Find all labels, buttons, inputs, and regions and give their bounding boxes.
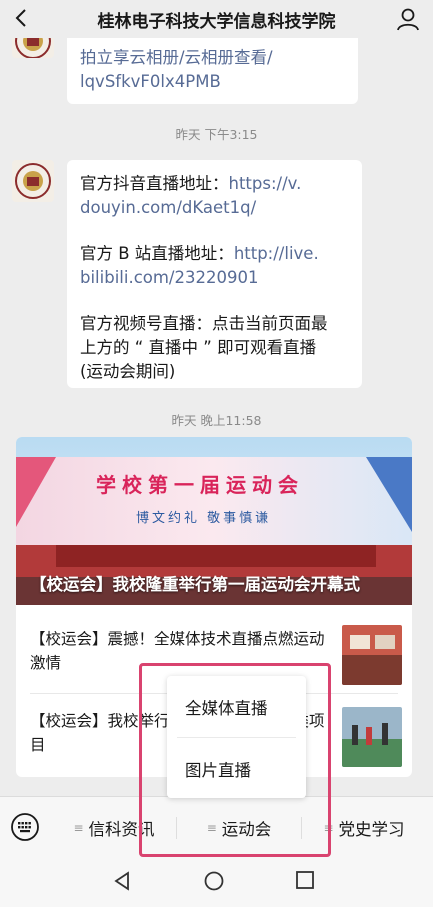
article-cover[interactable]: 学校第一届运动会 博文约礼 敬事慎谦 【校运会】我校隆重举行第一届运动会开幕式 [16, 437, 412, 605]
douyin-link[interactable]: https://v. [229, 174, 302, 193]
menu-item-sports[interactable]: ≡ 运动会 [177, 797, 301, 859]
square-recents-icon[interactable] [295, 870, 315, 890]
message-timestamp: 昨天 晚上11:58 [171, 413, 262, 428]
page-title: 桂林电子科技大学信息科技学院 [97, 11, 336, 32]
douyin-link[interactable]: douyin.com/dKaet1q/ [80, 196, 349, 220]
video-channel-text: (运动会期间) [80, 362, 176, 381]
menu-lines-icon: ≡ [323, 821, 333, 835]
link-text[interactable]: 拍立享云相册/云相册查看/ [80, 46, 345, 70]
system-nav-bar [0, 858, 433, 907]
video-channel-text: 上方的 “ 直播中 ” 即可观看直播 [80, 338, 317, 357]
avatar[interactable] [12, 160, 54, 202]
submenu-item-media-live[interactable]: 全媒体直播 [167, 676, 306, 737]
menu-item-news[interactable]: ≡ 信科资讯 [52, 797, 176, 859]
bilibili-label: 官方 B 站直播地址： [80, 244, 234, 263]
article-headline[interactable]: 【校运会】我校隆重举行第一届运动会开幕式 [30, 571, 360, 595]
bilibili-link[interactable]: bilibili.com/23220901 [80, 266, 349, 290]
article-thumbnail [342, 707, 402, 767]
cover-banner-subtitle: 博文约礼 敬事慎谦 [136, 511, 272, 526]
person-icon[interactable] [395, 6, 421, 32]
bilibili-link[interactable]: http://live. [234, 244, 319, 263]
video-channel-text: 官方视频号直播：点击当前页面最 [80, 314, 328, 333]
chat-header: 桂林电子科技大学信息科技学院 [0, 0, 433, 38]
menu-lines-icon: ≡ [206, 821, 217, 835]
menu-item-label: 信科资讯 [88, 820, 155, 839]
menu-item-label: 运动会 [221, 820, 272, 839]
article-thumbnail [342, 625, 402, 685]
message-timestamp: 昨天 下午3:15 [175, 127, 258, 142]
triangle-back-icon[interactable] [112, 870, 132, 892]
menu-lines-icon: ≡ [73, 821, 83, 835]
menu-bar: ≡ 信科资讯 ≡ 运动会 ≡ 党史学习 [0, 796, 433, 858]
keyboard-icon[interactable] [10, 812, 40, 842]
submenu-item-photo-live[interactable]: 图片直播 [167, 738, 306, 799]
article-item-title[interactable]: 【校运会】震撼！全媒体技术直播点燃运动激情 [30, 627, 326, 675]
submenu-popup: 全媒体直播 图片直播 [167, 676, 306, 798]
cover-banner-title: 学校第一届运动会 [96, 473, 304, 497]
chevron-left-icon[interactable] [10, 6, 34, 30]
menu-item-party-history[interactable]: ≡ 党史学习 [302, 797, 426, 859]
circle-home-icon[interactable] [203, 870, 225, 892]
message-bubble[interactable]: 官方抖音直播地址：https://v. douyin.com/dKaet1q/ … [67, 160, 362, 388]
link-text[interactable]: lqvSfkvF0lx4PMB [80, 70, 345, 94]
menu-item-label: 党史学习 [338, 820, 405, 839]
douyin-label: 官方抖音直播地址： [80, 174, 229, 193]
